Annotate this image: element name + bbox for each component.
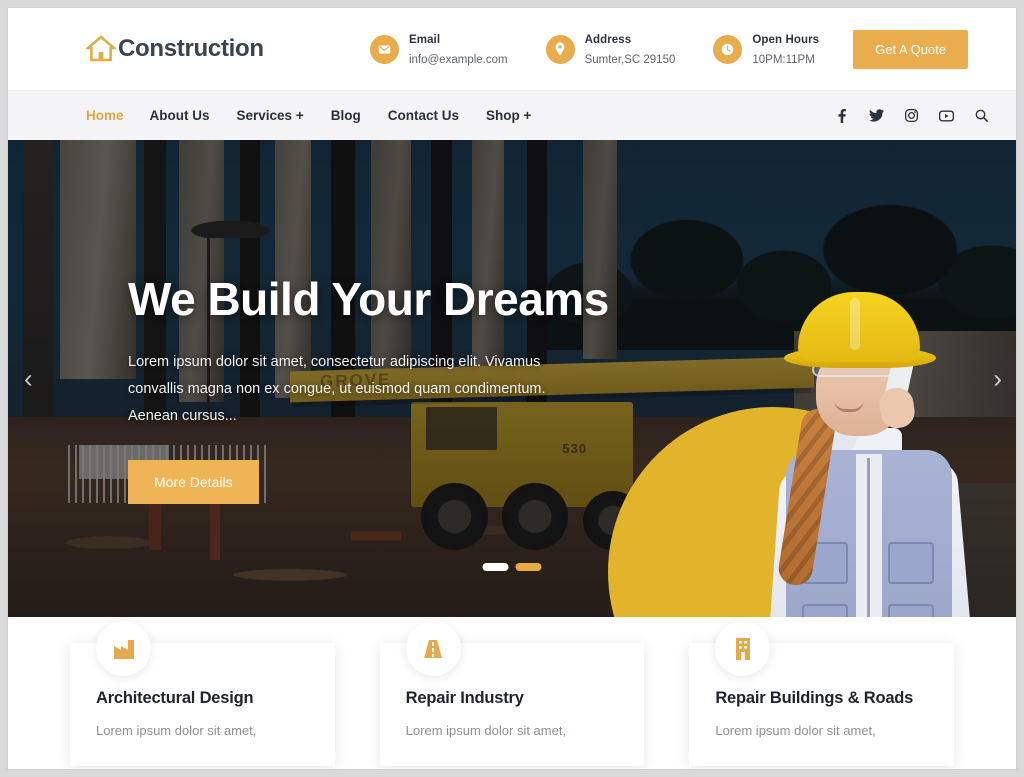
service-card-repair-industry[interactable]: Repair Industry Lorem ipsum dolor sit am… bbox=[379, 621, 645, 766]
hero-slider: 530 GROVE We Build Your Dreams Lorem ips… bbox=[8, 140, 1016, 617]
nav-item-home[interactable]: Home bbox=[86, 108, 150, 123]
contact-title: Open Hours bbox=[752, 34, 820, 46]
slider-dot-2[interactable] bbox=[515, 563, 542, 571]
nav-item-services[interactable]: Services + bbox=[237, 108, 331, 123]
facebook-icon[interactable] bbox=[836, 108, 848, 123]
worker-photo bbox=[767, 292, 972, 617]
factory-icon bbox=[96, 621, 151, 676]
hero-title: We Build Your Dreams bbox=[128, 273, 609, 325]
road-icon bbox=[405, 621, 461, 676]
youtube-icon[interactable] bbox=[939, 109, 954, 122]
service-card-architectural-design[interactable]: Architectural Design Lorem ipsum dolor s… bbox=[70, 621, 335, 766]
contact-item-hours[interactable]: Open Hours 10PM:11PM bbox=[713, 29, 819, 69]
slider-dot-1[interactable] bbox=[482, 563, 509, 571]
contact-item-address[interactable]: Address Sumter,SC 29150 bbox=[545, 29, 676, 69]
service-text: Lorem ipsum dolor sit amet, bbox=[96, 723, 257, 738]
twitter-icon[interactable] bbox=[869, 109, 884, 122]
nav-item-blog[interactable]: Blog bbox=[331, 108, 388, 123]
slider-next-arrow[interactable]: › bbox=[993, 363, 1002, 394]
nav-links: Home About Us Services + Blog Contact Us… bbox=[86, 108, 558, 123]
hero-description: Lorem ipsum dolor sit amet, consectetur … bbox=[128, 354, 546, 424]
building-icon bbox=[715, 621, 771, 676]
hero-content: We Build Your Dreams Lorem ipsum dolor s… bbox=[128, 273, 609, 504]
slider-prev-arrow[interactable]: ‹ bbox=[24, 363, 33, 394]
service-title: Repair Industry bbox=[405, 689, 524, 707]
envelope-icon bbox=[369, 34, 399, 64]
service-title: Architectural Design bbox=[96, 689, 254, 707]
nav-item-contact-us[interactable]: Contact Us bbox=[388, 108, 486, 123]
service-title: Repair Buildings & Roads bbox=[715, 689, 914, 707]
social-links bbox=[836, 108, 994, 123]
main-navigation: Home About Us Services + Blog Contact Us… bbox=[8, 90, 1016, 140]
contact-value: info@example.com bbox=[408, 54, 508, 66]
header-bar: Construction Email info@example.com Addr… bbox=[8, 8, 1016, 90]
contact-value: Sumter,SC 29150 bbox=[584, 54, 676, 66]
site-logo[interactable]: Construction bbox=[84, 35, 264, 63]
instagram-icon[interactable] bbox=[905, 109, 918, 122]
nav-item-about-us[interactable]: About Us bbox=[150, 108, 237, 123]
home-icon bbox=[84, 35, 118, 63]
map-pin-icon bbox=[545, 34, 575, 64]
contact-value: 10PM:11PM bbox=[752, 54, 815, 66]
service-text: Lorem ipsum dolor sit amet, bbox=[405, 723, 567, 738]
contact-title: Email bbox=[408, 34, 441, 46]
search-icon[interactable] bbox=[975, 109, 988, 122]
services-section: Architectural Design Lorem ipsum dolor s… bbox=[8, 617, 1016, 766]
service-card-repair-buildings-roads[interactable]: Repair Buildings & Roads Lorem ipsum dol… bbox=[689, 621, 955, 766]
logo-text: Construction bbox=[118, 35, 264, 62]
page-container: Construction Email info@example.com Addr… bbox=[8, 8, 1016, 769]
contact-title: Address bbox=[584, 34, 632, 46]
contact-item-email[interactable]: Email info@example.com bbox=[369, 29, 508, 69]
slider-pagination bbox=[482, 563, 542, 571]
service-text: Lorem ipsum dolor sit amet, bbox=[715, 723, 876, 738]
header-contact-group: Email info@example.com Address Sumter,SC… bbox=[369, 29, 819, 69]
clock-icon bbox=[713, 34, 743, 64]
more-details-button[interactable]: More Details bbox=[128, 459, 259, 504]
nav-item-shop[interactable]: Shop + bbox=[486, 108, 558, 123]
get-a-quote-button[interactable]: Get A Quote bbox=[853, 29, 968, 69]
